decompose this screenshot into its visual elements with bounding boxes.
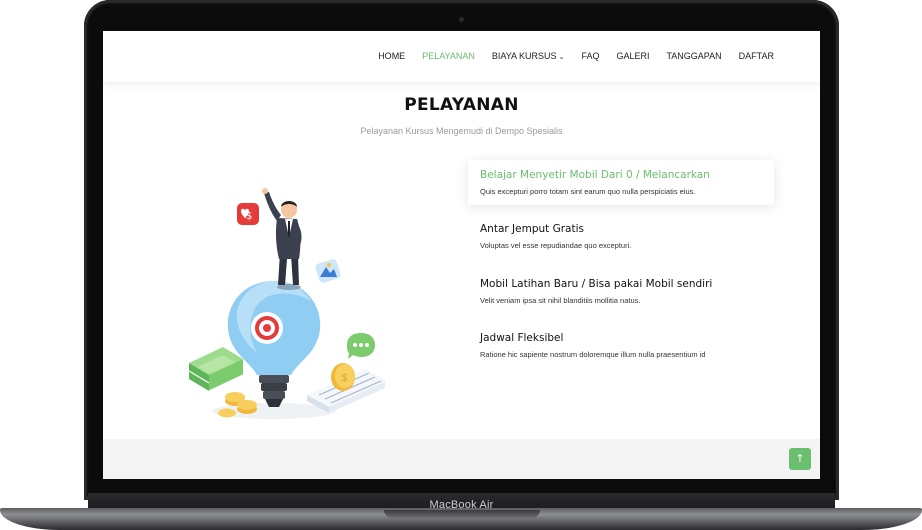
service-description: Quis excepturi porro totam sint earum qu… — [480, 187, 696, 196]
nav-tanggapan[interactable]: TANGGAPAN — [666, 51, 721, 61]
site-header: HOME PELAYANAN BIAYA KURSUS ⌄ FAQ GALERI … — [103, 31, 820, 82]
service-card-3[interactable]: Mobil Latihan Baru / Bisa pakai Mobil se… — [468, 269, 774, 314]
main-nav: HOME PELAYANAN BIAYA KURSUS ⌄ FAQ GALERI … — [361, 51, 774, 61]
nav-pelayanan[interactable]: PELAYANAN — [422, 51, 475, 61]
chevron-down-icon: ⌄ — [558, 54, 565, 61]
nav-home[interactable]: HOME — [378, 51, 405, 61]
back-to-top-button[interactable]: ↑ — [789, 448, 811, 470]
nav-galeri[interactable]: GALERI — [616, 51, 649, 61]
service-card-2[interactable]: Antar Jemput Gratis Voluptas vel esse re… — [468, 214, 774, 259]
section-subtitle: Pelayanan Kursus Mengemudi di Dempo Spes… — [360, 126, 563, 136]
nav-biaya-kursus-label: BIAYA KURSUS — [491, 51, 557, 61]
arrow-up-icon: ↑ — [795, 452, 805, 465]
nav-daftar[interactable]: DAFTAR — [739, 51, 774, 61]
business-illustration: $ $ — [188, 188, 385, 419]
nav-biaya-kursus[interactable]: BIAYA KURSUS ⌄ — [492, 51, 565, 61]
service-card-1[interactable]: Belajar Menyetir Mobil Dari 0 / Melancar… — [468, 160, 774, 205]
service-card-4[interactable]: Jadwal Fleksibel Ratione hic sapiente no… — [468, 323, 774, 368]
nav-faq[interactable]: FAQ — [581, 51, 599, 61]
service-description: Ratione hic sapiente nostrum doloremque … — [480, 350, 706, 359]
service-title: Antar Jemput Gratis — [480, 223, 584, 235]
service-title: Belajar Menyetir Mobil Dari 0 / Melancar… — [480, 169, 710, 181]
service-title: Mobil Latihan Baru / Bisa pakai Mobil se… — [480, 278, 713, 290]
svg-text:$: $ — [341, 371, 348, 384]
footer-band — [103, 439, 820, 479]
camera-icon — [459, 17, 464, 22]
service-description: Velit veniam ipsa sit nihil blanditiis m… — [480, 296, 641, 305]
laptop-notch — [384, 510, 540, 518]
browser-screen: HOME PELAYANAN BIAYA KURSUS ⌄ FAQ GALERI … — [103, 31, 820, 479]
service-description: Voluptas vel esse repudiandae quo except… — [480, 241, 632, 250]
bottom-bezel — [88, 479, 835, 493]
service-title: Jadwal Fleksibel — [480, 332, 564, 344]
section-title: PELAYANAN — [404, 95, 519, 115]
